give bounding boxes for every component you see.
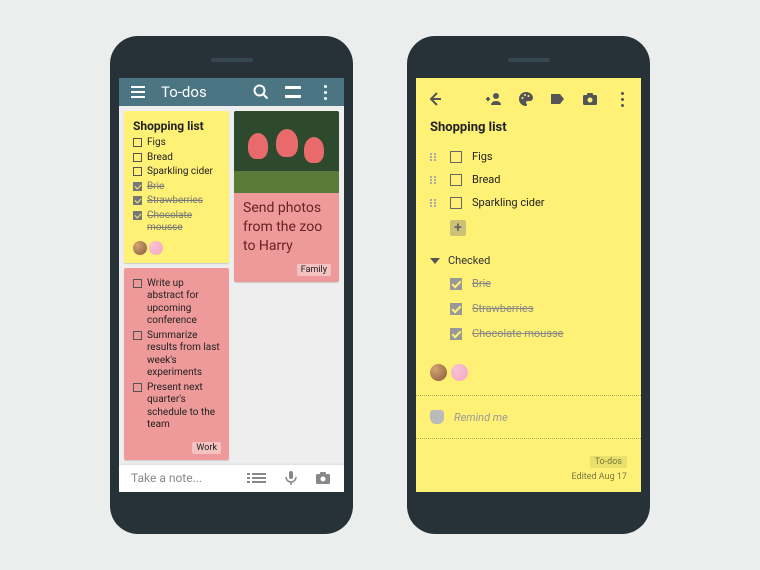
note-title[interactable]: Shopping list	[430, 120, 627, 135]
checkbox-checked-icon[interactable]	[450, 328, 462, 340]
drag-handle-icon[interactable]	[430, 199, 440, 207]
reminder-button[interactable]: Remind me	[430, 400, 627, 434]
reminder-icon	[430, 410, 444, 424]
drag-handle-icon[interactable]	[430, 153, 440, 161]
avatar	[149, 241, 163, 255]
avatar	[451, 364, 468, 381]
divider	[416, 438, 641, 439]
checkbox-icon	[133, 153, 142, 162]
note-footer: To-dos Edited Aug 17	[430, 456, 627, 486]
checkbox-icon	[133, 279, 142, 288]
item-text[interactable]: Brie	[472, 277, 491, 290]
phone-right: Shopping list Figs Bread Sparkling cider…	[407, 36, 650, 534]
checkbox-icon[interactable]	[450, 151, 462, 163]
compose-placeholder[interactable]: Take a note...	[131, 471, 202, 485]
palette-icon[interactable]	[517, 90, 535, 108]
avatar	[133, 241, 147, 255]
item-text[interactable]: Strawberries	[472, 302, 534, 315]
note-text: Send photos from the zoo to Harry	[243, 199, 330, 256]
divider	[416, 395, 641, 396]
camera-icon[interactable]	[314, 469, 332, 487]
checkbox-checked-icon[interactable]	[450, 303, 462, 315]
chevron-down-icon	[430, 258, 440, 264]
detail-toolbar	[416, 78, 641, 120]
add-collaborator-icon[interactable]	[485, 90, 503, 108]
note-label: Family	[297, 264, 331, 276]
item-text[interactable]: Figs	[472, 150, 493, 163]
notes-grid: Shopping list Figs Bread Sparkling cider…	[119, 106, 344, 465]
list-item-checked[interactable]: Chocolate mousse	[430, 321, 627, 346]
note-detail-screen: Shopping list Figs Bread Sparkling cider…	[416, 78, 641, 492]
layout-toggle-icon[interactable]	[284, 83, 302, 101]
checkbox-checked-icon	[133, 211, 142, 220]
edited-timestamp: Edited Aug 17	[571, 472, 627, 482]
note-shopping-list[interactable]: Shopping list Figs Bread Sparkling cider…	[124, 111, 229, 263]
new-list-icon[interactable]	[250, 469, 268, 487]
phone-left: To-dos Shopping list Figs Bread Sparklin…	[110, 36, 353, 534]
note-detail-body: Shopping list Figs Bread Sparkling cider…	[416, 120, 641, 492]
search-icon[interactable]	[252, 83, 270, 101]
notes-list-screen: To-dos Shopping list Figs Bread Sparklin…	[119, 78, 344, 492]
checkbox-icon	[133, 167, 142, 176]
microphone-icon[interactable]	[282, 469, 300, 487]
item-text[interactable]: Chocolate mousse	[472, 327, 564, 340]
note-zoo[interactable]: Send photos from the zoo to Harry Family	[234, 111, 339, 282]
list-item[interactable]: Sparkling cider	[430, 191, 627, 214]
page-title: To-dos	[161, 83, 207, 101]
label-icon[interactable]	[549, 90, 567, 108]
collaborator-avatars[interactable]	[430, 364, 627, 381]
compose-bar: Take a note...	[119, 465, 344, 492]
hamburger-icon[interactable]	[129, 83, 147, 101]
drag-handle-icon[interactable]	[430, 176, 440, 184]
back-arrow-icon[interactable]	[426, 90, 444, 108]
note-image	[234, 111, 339, 193]
checkbox-icon[interactable]	[450, 174, 462, 186]
checkbox-checked-icon[interactable]	[450, 278, 462, 290]
overflow-menu-icon[interactable]	[613, 90, 631, 108]
item-text[interactable]: Bread	[472, 173, 501, 186]
checkbox-checked-icon	[133, 196, 142, 205]
checkbox-icon[interactable]	[450, 197, 462, 209]
list-item-checked[interactable]: Strawberries	[430, 296, 627, 321]
item-text[interactable]: Sparkling cider	[472, 196, 545, 209]
list-item[interactable]: Bread	[430, 168, 627, 191]
note-title: Shopping list	[133, 119, 220, 133]
note-work[interactable]: Write up abstract for upcoming conferenc…	[124, 268, 229, 460]
app-toolbar: To-dos	[119, 78, 344, 106]
checked-section-toggle[interactable]: Checked	[430, 254, 627, 267]
avatar	[430, 364, 447, 381]
note-label: Work	[192, 442, 221, 454]
overflow-menu-icon[interactable]	[316, 83, 334, 101]
camera-icon[interactable]	[581, 90, 599, 108]
list-item[interactable]: Figs	[430, 145, 627, 168]
add-item-button[interactable]: +	[450, 220, 466, 236]
checkbox-icon	[133, 383, 142, 392]
checkbox-checked-icon	[133, 182, 142, 191]
collaborator-avatars	[133, 241, 220, 255]
checkbox-icon	[133, 331, 142, 340]
note-tag[interactable]: To-dos	[590, 456, 627, 468]
checkbox-icon	[133, 138, 142, 147]
list-item-checked[interactable]: Brie	[430, 271, 627, 296]
